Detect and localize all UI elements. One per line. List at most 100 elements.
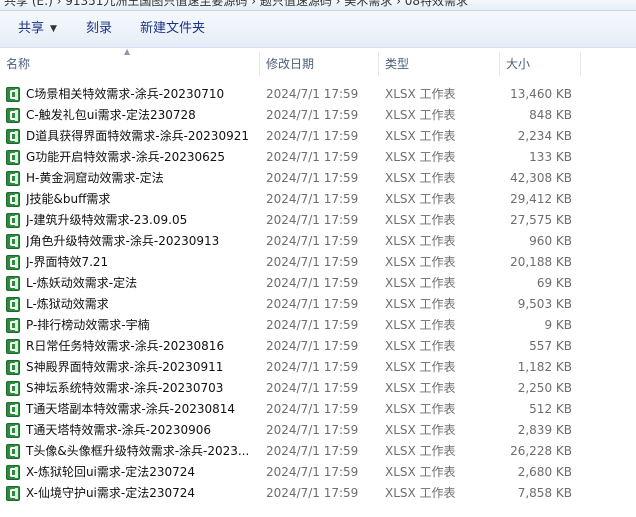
file-date: 2024/7/1 17:59 <box>266 255 359 269</box>
file-name: L-炼妖动效需求-定法 <box>26 276 138 290</box>
file-row[interactable]: S神殿界面特效需求-涂兵-20230911 2024/7/1 17:59 XLSX … <box>0 357 636 378</box>
file-type: XLSX 工作表 <box>385 402 456 416</box>
file-row[interactable]: J角色升级特效需求-涂兵-20230913 2024/7/1 17:59 XLSX … <box>0 231 636 252</box>
file-type: XLSX 工作表 <box>385 171 456 185</box>
file-size: 69 KB <box>536 276 572 290</box>
file-date: 2024/7/1 17:59 <box>266 87 359 101</box>
file-row[interactable]: L-炼狱动效需求 2024/7/1 17:59 XLSX 工作表 9,503 KB <box>0 294 636 315</box>
file-size: 848 KB <box>529 108 572 122</box>
file-row[interactable]: P-排行榜动效需求-宇楠 2024/7/1 17:59 XLSX 工作表 9 KB <box>0 315 636 336</box>
file-type: XLSX 工作表 <box>385 360 456 374</box>
file-row[interactable]: R日常任务特效需求-涂兵-20230816 2024/7/1 17:59 XLSX … <box>0 336 636 357</box>
new-folder-label: 新建文件夹 <box>140 21 206 36</box>
file-type: XLSX 工作表 <box>385 213 456 227</box>
file-type: XLSX 工作表 <box>385 297 456 311</box>
chevron-down-icon: ▼ <box>50 24 57 34</box>
column-header-type[interactable]: 类型 <box>379 48 499 78</box>
file-name: G功能开启特效需求-涂兵-20230625 <box>26 150 226 164</box>
file-date: 2024/7/1 17:59 <box>266 276 359 290</box>
file-row[interactable]: T头像&头像框升级特效需求-涂兵-2023... 2024/7/1 17:59 XL… <box>0 441 636 462</box>
file-size: 26,228 KB <box>510 444 572 458</box>
file-row[interactable]: G功能开启特效需求-涂兵-20230625 2024/7/1 17:59 XLSX … <box>0 147 636 168</box>
excel-file-icon <box>6 87 20 102</box>
file-size: 27,575 KB <box>510 213 572 227</box>
file-size: 13,460 KB <box>510 87 572 101</box>
file-date: 2024/7/1 17:59 <box>266 297 359 311</box>
file-name: J角色升级特效需求-涂兵-20230913 <box>26 234 220 248</box>
file-size: 20,188 KB <box>510 255 572 269</box>
share-label: 共享 <box>18 21 45 36</box>
file-size: 133 KB <box>529 150 572 164</box>
file-date: 2024/7/1 17:59 <box>266 423 359 437</box>
file-row[interactable]: H-黄金洞窟动效需求-定法 2024/7/1 17:59 XLSX 工作表 42,30… <box>0 168 636 189</box>
excel-file-icon <box>6 297 20 312</box>
excel-file-icon <box>6 423 20 438</box>
burn-button[interactable]: 刻录 <box>80 11 118 47</box>
excel-file-icon <box>6 150 20 165</box>
file-row[interactable]: C-触发礼包ui需求-定法230728 2024/7/1 17:59 XLSX 工作… <box>0 105 636 126</box>
file-list: C场景相关特效需求-涂兵-20230710 2024/7/1 17:59 XLSX … <box>0 84 636 504</box>
file-name: T头像&头像框升级特效需求-涂兵-2023... <box>26 444 250 458</box>
file-row[interactable]: J-建筑升级特效需求-23.09.05 2024/7/1 17:59 XLSX 工作… <box>0 210 636 231</box>
file-date: 2024/7/1 17:59 <box>266 318 359 332</box>
file-name: C-触发礼包ui需求-定法230728 <box>26 108 196 122</box>
share-button[interactable]: 共享 ▼ <box>12 11 63 47</box>
file-name: L-炼狱动效需求 <box>26 297 109 311</box>
sort-ascending-icon: ▲ <box>124 47 131 56</box>
file-row[interactable]: L-炼妖动效需求-定法 2024/7/1 17:59 XLSX 工作表 69 KB <box>0 273 636 294</box>
file-name: J-建筑升级特效需求-23.09.05 <box>26 213 188 227</box>
column-header-size[interactable]: 大小 <box>500 48 580 78</box>
excel-file-icon <box>6 213 20 228</box>
file-date: 2024/7/1 17:59 <box>266 213 359 227</box>
excel-file-icon <box>6 276 20 291</box>
file-date: 2024/7/1 17:59 <box>266 465 359 479</box>
file-date: 2024/7/1 17:59 <box>266 171 359 185</box>
column-header-date[interactable]: 修改日期 <box>260 48 378 78</box>
address-bar[interactable]: 共享 (E:) › 91351九洲王国图只值速至要源码 › 题只值速源码 › 美… <box>0 0 636 11</box>
file-row[interactable]: J-界面特效7.21 2024/7/1 17:59 XLSX 工作表 20,188 K… <box>0 252 636 273</box>
excel-file-icon <box>6 255 20 270</box>
file-type: XLSX 工作表 <box>385 465 456 479</box>
file-type: XLSX 工作表 <box>385 108 456 122</box>
column-divider[interactable] <box>580 52 581 76</box>
file-size: 42,308 KB <box>510 171 572 185</box>
column-header-size-label: 大小 <box>506 57 531 71</box>
file-type: XLSX 工作表 <box>385 255 456 269</box>
file-row[interactable]: X-仙境守护ui需求-定法230724 2024/7/1 17:59 XLSX 工作… <box>0 483 636 504</box>
excel-file-icon <box>6 465 20 480</box>
file-size: 2,839 KB <box>517 423 572 437</box>
toolbar: 共享 ▼ 刻录 新建文件夹 <box>0 11 636 48</box>
excel-file-icon <box>6 444 20 459</box>
file-name: D道具获得界面特效需求-涂兵-20230921 <box>26 129 249 143</box>
file-size: 960 KB <box>529 234 572 248</box>
excel-file-icon <box>6 339 20 354</box>
file-size: 7,858 KB <box>517 486 572 500</box>
file-name: C场景相关特效需求-涂兵-20230710 <box>26 87 225 101</box>
excel-file-icon <box>6 129 20 144</box>
file-date: 2024/7/1 17:59 <box>266 360 359 374</box>
file-size: 2,680 KB <box>517 465 572 479</box>
excel-file-icon <box>6 234 20 249</box>
file-row[interactable]: D道具获得界面特效需求-涂兵-20230921 2024/7/1 17:59 XLS… <box>0 126 636 147</box>
file-type: XLSX 工作表 <box>385 486 456 500</box>
file-name: X-仙境守护ui需求-定法230724 <box>26 486 196 500</box>
file-row[interactable]: J技能&buff需求 2024/7/1 17:59 XLSX 工作表 29,412 K… <box>0 189 636 210</box>
file-row[interactable]: T通天塔特效需求-涂兵-20230906 2024/7/1 17:59 XLSX 工… <box>0 420 636 441</box>
file-date: 2024/7/1 17:59 <box>266 486 359 500</box>
file-type: XLSX 工作表 <box>385 318 456 332</box>
excel-file-icon <box>6 360 20 375</box>
new-folder-button[interactable]: 新建文件夹 <box>134 11 211 47</box>
file-type: XLSX 工作表 <box>385 381 456 395</box>
file-date: 2024/7/1 17:59 <box>266 234 359 248</box>
column-header-name[interactable]: ▲ 名称 <box>0 47 259 78</box>
file-size: 2,250 KB <box>517 381 572 395</box>
file-row[interactable]: T通天塔副本特效需求-涂兵-20230814 2024/7/1 17:59 XLSX… <box>0 399 636 420</box>
file-date: 2024/7/1 17:59 <box>266 192 359 206</box>
excel-file-icon <box>6 381 20 396</box>
file-row[interactable]: X-炼狱轮回ui需求-定法230724 2024/7/1 17:59 XLSX 工作… <box>0 462 636 483</box>
file-name: J-界面特效7.21 <box>26 255 109 269</box>
file-date: 2024/7/1 17:59 <box>266 150 359 164</box>
file-date: 2024/7/1 17:59 <box>266 339 359 353</box>
file-row[interactable]: S神坛系统特效需求-涂兵-20230703 2024/7/1 17:59 XLSX … <box>0 378 636 399</box>
file-row[interactable]: C场景相关特效需求-涂兵-20230710 2024/7/1 17:59 XLSX … <box>0 84 636 105</box>
